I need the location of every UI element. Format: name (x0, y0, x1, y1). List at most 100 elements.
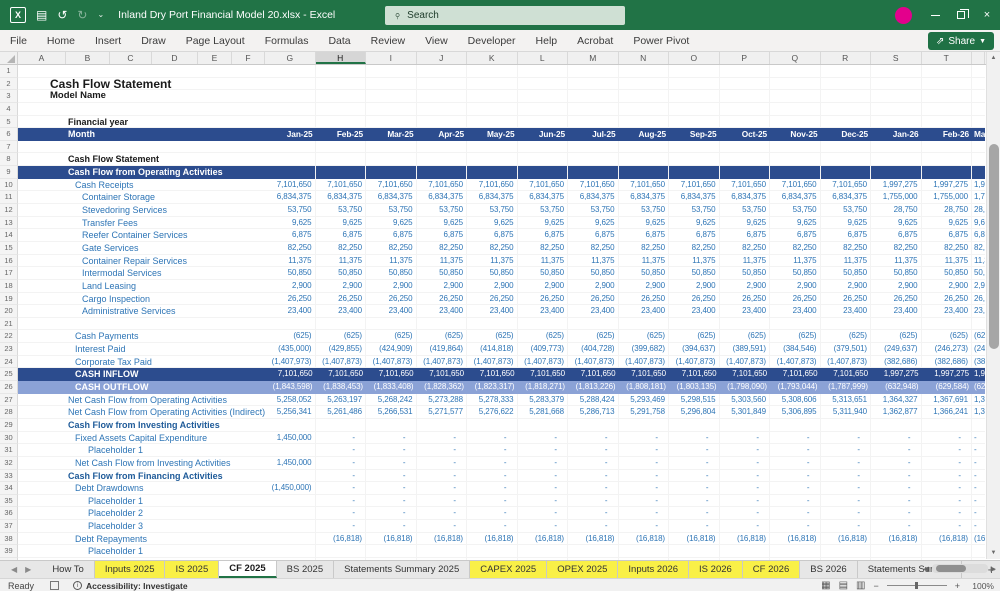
cell-O21[interactable] (669, 317, 720, 330)
cell-Q5[interactable] (770, 115, 821, 128)
sheet-tab-cf-2026[interactable]: CF 2026 (742, 561, 801, 578)
cell-H13[interactable]: 9,625 (316, 216, 366, 229)
cell-T33[interactable]: - (922, 469, 972, 482)
zoom-out-button[interactable]: − (873, 581, 878, 591)
cell-T28[interactable]: 1,366,241 (922, 406, 972, 418)
cell-S23[interactable]: (249,637) (871, 343, 922, 355)
cell-S28[interactable]: 1,362,877 (871, 406, 922, 418)
cell-P6[interactable]: Oct-25 (720, 128, 771, 141)
cell-S19[interactable]: 26,250 (871, 292, 922, 305)
cell-O10[interactable]: 7,101,650 (669, 178, 720, 191)
cell-O19[interactable]: 26,250 (669, 292, 720, 305)
cell-L3[interactable] (518, 90, 568, 102)
cell-H22[interactable]: (625) (316, 330, 366, 343)
row-header-6[interactable]: 6 (0, 128, 18, 141)
cell-S24[interactable]: (382,686) (871, 355, 922, 368)
cell-H18[interactable]: 2,900 (316, 279, 366, 292)
cell-U26[interactable]: (629,584) (972, 381, 985, 394)
cell-U38[interactable]: (16,818) (972, 533, 985, 545)
cell-G1[interactable] (265, 65, 316, 77)
row-header-28[interactable]: 28 (0, 406, 18, 419)
ribbon-tab-developer[interactable]: Developer (458, 30, 526, 51)
ribbon-tab-file[interactable]: File (0, 30, 37, 51)
cell-N25[interactable]: 7,101,650 (619, 368, 670, 381)
cell-M1[interactable] (568, 65, 619, 77)
row-header-31[interactable]: 31 (0, 444, 18, 457)
cell-I22[interactable]: (625) (366, 330, 417, 343)
cell-O15[interactable]: 82,250 (669, 241, 720, 254)
cell-S27[interactable]: 1,364,327 (871, 393, 922, 406)
cell-L38[interactable]: (16,818) (518, 532, 568, 545)
sheet-tab-capex-2025[interactable]: CAPEX 2025 (470, 561, 548, 578)
cell-O13[interactable]: 9,625 (669, 216, 720, 229)
cell-K30[interactable]: - (467, 431, 518, 444)
macro-record-icon[interactable] (50, 581, 59, 590)
qat-customize-icon[interactable]: ⌄ (97, 11, 104, 19)
ribbon-tab-data[interactable]: Data (318, 30, 360, 51)
cell-L16[interactable]: 11,375 (518, 254, 568, 267)
cell-M20[interactable]: 23,400 (568, 305, 619, 317)
cell-P3[interactable] (720, 90, 770, 102)
accessibility-status[interactable]: Accessibility: Investigate (86, 581, 188, 591)
cell-O32[interactable]: - (669, 456, 720, 469)
cell-I12[interactable]: 53,750 (366, 204, 417, 216)
cell-T7[interactable] (922, 140, 972, 153)
cell-I37[interactable]: - (366, 520, 417, 532)
row-header-19[interactable]: 19 (0, 292, 18, 306)
cell-H31[interactable]: - (316, 444, 366, 456)
cell-R14[interactable]: 6,875 (821, 229, 871, 241)
cell-S30[interactable]: - (871, 431, 922, 444)
cell-N11[interactable]: 6,834,375 (619, 191, 669, 204)
cell-Q22[interactable]: (625) (770, 330, 821, 343)
cell-K39[interactable] (467, 545, 518, 557)
cell-K7[interactable] (467, 140, 518, 153)
cell-N28[interactable]: 5,291,758 (619, 406, 669, 418)
row-body-17[interactable]: Intermodal Services 50,850 50,850 50,850 50,… (18, 267, 985, 280)
cell-O34[interactable]: - (669, 482, 720, 494)
cell-M30[interactable]: - (568, 431, 619, 444)
row-body-23[interactable]: Interest Paid (435,000) (429,855) (424,909)… (18, 343, 985, 356)
row-body-38[interactable]: Debt Repayments (16,818) (16,818) (16,818)(… (18, 532, 985, 546)
cell-I18[interactable]: 2,900 (366, 279, 417, 292)
cell-Q26[interactable]: (1,793,044) (770, 381, 821, 394)
sheet-tab-bs-2025[interactable]: BS 2025 (277, 561, 335, 578)
cell-K4[interactable] (467, 102, 518, 115)
cell-J5[interactable] (417, 115, 467, 128)
cell-T8[interactable] (922, 153, 972, 166)
cell-J10[interactable]: 7,101,650 (417, 178, 467, 191)
cell-Q30[interactable]: - (770, 431, 821, 444)
cell-M24[interactable]: (1,407,873) (568, 355, 619, 368)
sheet-tab-how-to[interactable]: How To (42, 561, 95, 578)
row-header-13[interactable]: 13 (0, 216, 18, 230)
cell-U4[interactable] (972, 103, 985, 115)
cell-U9[interactable] (972, 166, 985, 179)
cell-M9[interactable] (568, 166, 619, 179)
cell-I1[interactable] (366, 65, 417, 77)
cell-M11[interactable]: 6,834,375 (568, 191, 619, 204)
column-header-T[interactable]: T (922, 52, 972, 64)
sheet-tab-inputs-2026[interactable]: Inputs 2026 (618, 561, 690, 578)
cell-S9[interactable] (871, 166, 922, 179)
cell-I13[interactable]: 9,625 (366, 216, 417, 229)
cell-R18[interactable]: 2,900 (821, 279, 871, 292)
cell-Q6[interactable]: Nov-25 (770, 128, 821, 141)
close-button[interactable]: × (974, 0, 1000, 30)
ribbon-tab-acrobat[interactable]: Acrobat (567, 30, 623, 51)
sheet-tab-statements-summary-2025[interactable]: Statements Summary 2025 (334, 561, 471, 578)
row-header-2[interactable]: 2 (0, 77, 18, 91)
cell-L24[interactable]: (1,407,873) (518, 355, 568, 368)
cell-K35[interactable]: - (467, 494, 518, 507)
cell-P27[interactable]: 5,303,560 (720, 393, 770, 406)
cell-Q29[interactable] (770, 418, 821, 431)
cell-N37[interactable]: - (619, 520, 669, 532)
cell-R24[interactable]: (1,407,873) (821, 355, 871, 368)
cell-U16[interactable]: 11,375 (972, 255, 985, 267)
cell-S20[interactable]: 23,400 (871, 305, 922, 317)
cell-R36[interactable]: - (821, 507, 871, 520)
row-header-14[interactable]: 14 (0, 229, 18, 242)
cell-U17[interactable]: 50,850 (972, 267, 985, 279)
row-header-39[interactable]: 39 (0, 545, 18, 558)
cell-S22[interactable]: (625) (871, 330, 922, 343)
cell-R34[interactable]: - (821, 482, 871, 494)
cell-S31[interactable]: - (871, 444, 922, 456)
